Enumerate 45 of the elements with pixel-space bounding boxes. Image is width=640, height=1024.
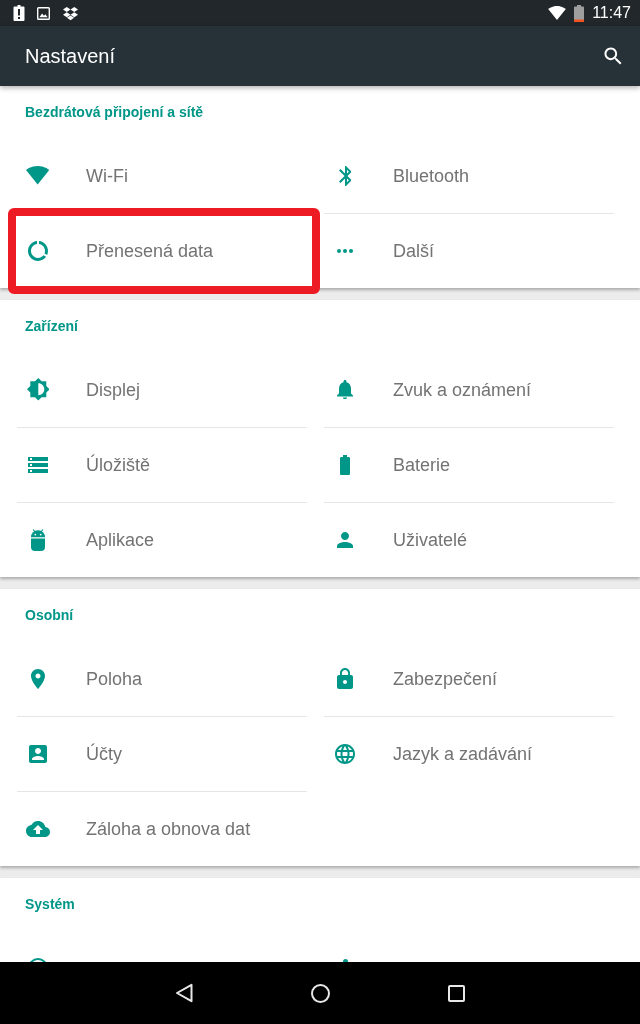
settings-item[interactable]: Displej [17,352,307,427]
storage-icon [28,457,48,473]
settings-item[interactable]: Uživatelé [324,502,614,577]
battery-icon [574,4,585,22]
android-icon [31,529,45,551]
section-header: Osobní [25,606,74,624]
settings-item[interactable]: Baterie [324,427,614,502]
settings-item[interactable]: Jazyk a zadávání [324,716,614,791]
bluetooth-icon [338,165,352,186]
settings-item[interactable]: Další [324,213,614,288]
bell-icon [337,379,353,400]
wifi-icon [548,6,567,20]
ring-chart-icon [28,241,48,261]
person-icon [337,532,353,548]
image-icon [37,6,50,20]
settings-item[interactable]: Wi-Fi [17,138,307,213]
status-time: 11:47 [592,4,631,22]
wifi-icon [26,166,50,185]
settings-item[interactable]: Úložiště [17,427,307,502]
settings-item[interactable]: Poloha [17,641,307,716]
settings-item[interactable]: Přenesená data [17,213,307,288]
settings-item[interactable]: Bluetooth [324,138,614,213]
settings-item[interactable]: Zabezpečení [324,641,614,716]
settings-item[interactable]: Záloha a obnova dat [17,791,307,866]
section-header: Zařízení [25,317,78,335]
alert-icon [13,5,25,21]
lock-icon [337,668,353,689]
settings-item[interactable]: Účty [17,716,307,791]
location-pin-icon [31,668,45,689]
globe-icon [335,744,355,764]
more-icon [337,249,353,253]
section-header: Bezdrátová připojení a sítě [25,103,204,121]
app-title: Nastavení [25,44,116,68]
recent-apps-icon[interactable] [448,984,465,1002]
account-card-icon [29,745,47,763]
cloud-upload-icon [26,821,50,837]
battery-icon [340,455,350,475]
settings-item[interactable]: Zvuk a oznámení [324,352,614,427]
back-icon[interactable] [175,983,193,1003]
brightness-icon [26,378,50,401]
section-header: Systém [25,895,75,913]
settings-item[interactable]: Aplikace [17,502,307,577]
home-icon[interactable] [311,983,330,1003]
diamonds-icon [62,5,79,21]
search-icon[interactable] [604,47,622,65]
